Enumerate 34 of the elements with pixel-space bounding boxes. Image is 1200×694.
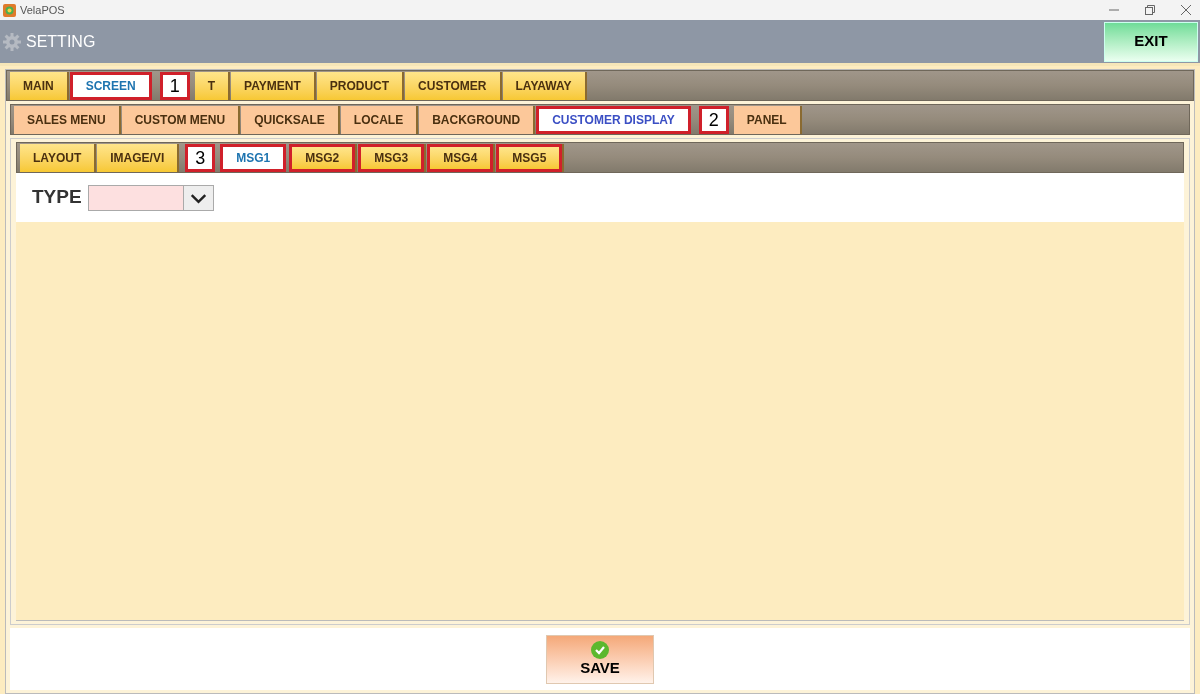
- tab[interactable]: MSG3: [358, 144, 425, 172]
- tab[interactable]: IMAGE/VI: [97, 144, 178, 172]
- callout-number: 2: [698, 106, 729, 134]
- chevron-down-icon: [182, 185, 213, 210]
- tab[interactable]: SALES MENU: [14, 106, 119, 134]
- window-title: VelaPOS: [20, 2, 65, 18]
- callout-number: 1: [159, 72, 190, 100]
- save-button[interactable]: SAVE: [546, 634, 654, 684]
- tab[interactable]: LOCALE: [340, 106, 417, 134]
- app-icon: [3, 3, 16, 17]
- tab[interactable]: MSG1: [220, 144, 287, 172]
- tab[interactable]: QUICKSALE: [241, 106, 338, 134]
- tab[interactable]: T: [194, 72, 229, 100]
- tab[interactable]: SCREEN: [69, 72, 152, 100]
- callout-number: 3: [185, 144, 216, 172]
- close-icon[interactable]: [1180, 4, 1192, 16]
- tab[interactable]: CUSTOMER: [405, 72, 500, 100]
- tab[interactable]: LAYOUT: [20, 144, 95, 172]
- exit-button[interactable]: EXIT: [1104, 21, 1198, 62]
- field-label: TYPE: [32, 185, 82, 210]
- tab[interactable]: MSG5: [496, 144, 563, 172]
- tab[interactable]: MSG4: [427, 144, 494, 172]
- tab[interactable]: PAYMENT: [231, 72, 314, 100]
- checkmark-icon: [591, 641, 609, 659]
- tab[interactable]: BACKGROUND: [419, 106, 534, 134]
- tab[interactable]: PRODUCT: [316, 72, 403, 100]
- page-title: SETTING: [26, 31, 96, 52]
- tab[interactable]: LAYAWAY: [502, 72, 585, 100]
- tab[interactable]: MSG2: [289, 144, 356, 172]
- tab[interactable]: CUSTOMER DISPLAY: [536, 106, 691, 134]
- tab[interactable]: PANEL: [733, 106, 800, 134]
- tab[interactable]: CUSTOM MENU: [121, 106, 239, 134]
- tab[interactable]: MAIN: [10, 72, 67, 100]
- restore-icon[interactable]: [1144, 4, 1156, 16]
